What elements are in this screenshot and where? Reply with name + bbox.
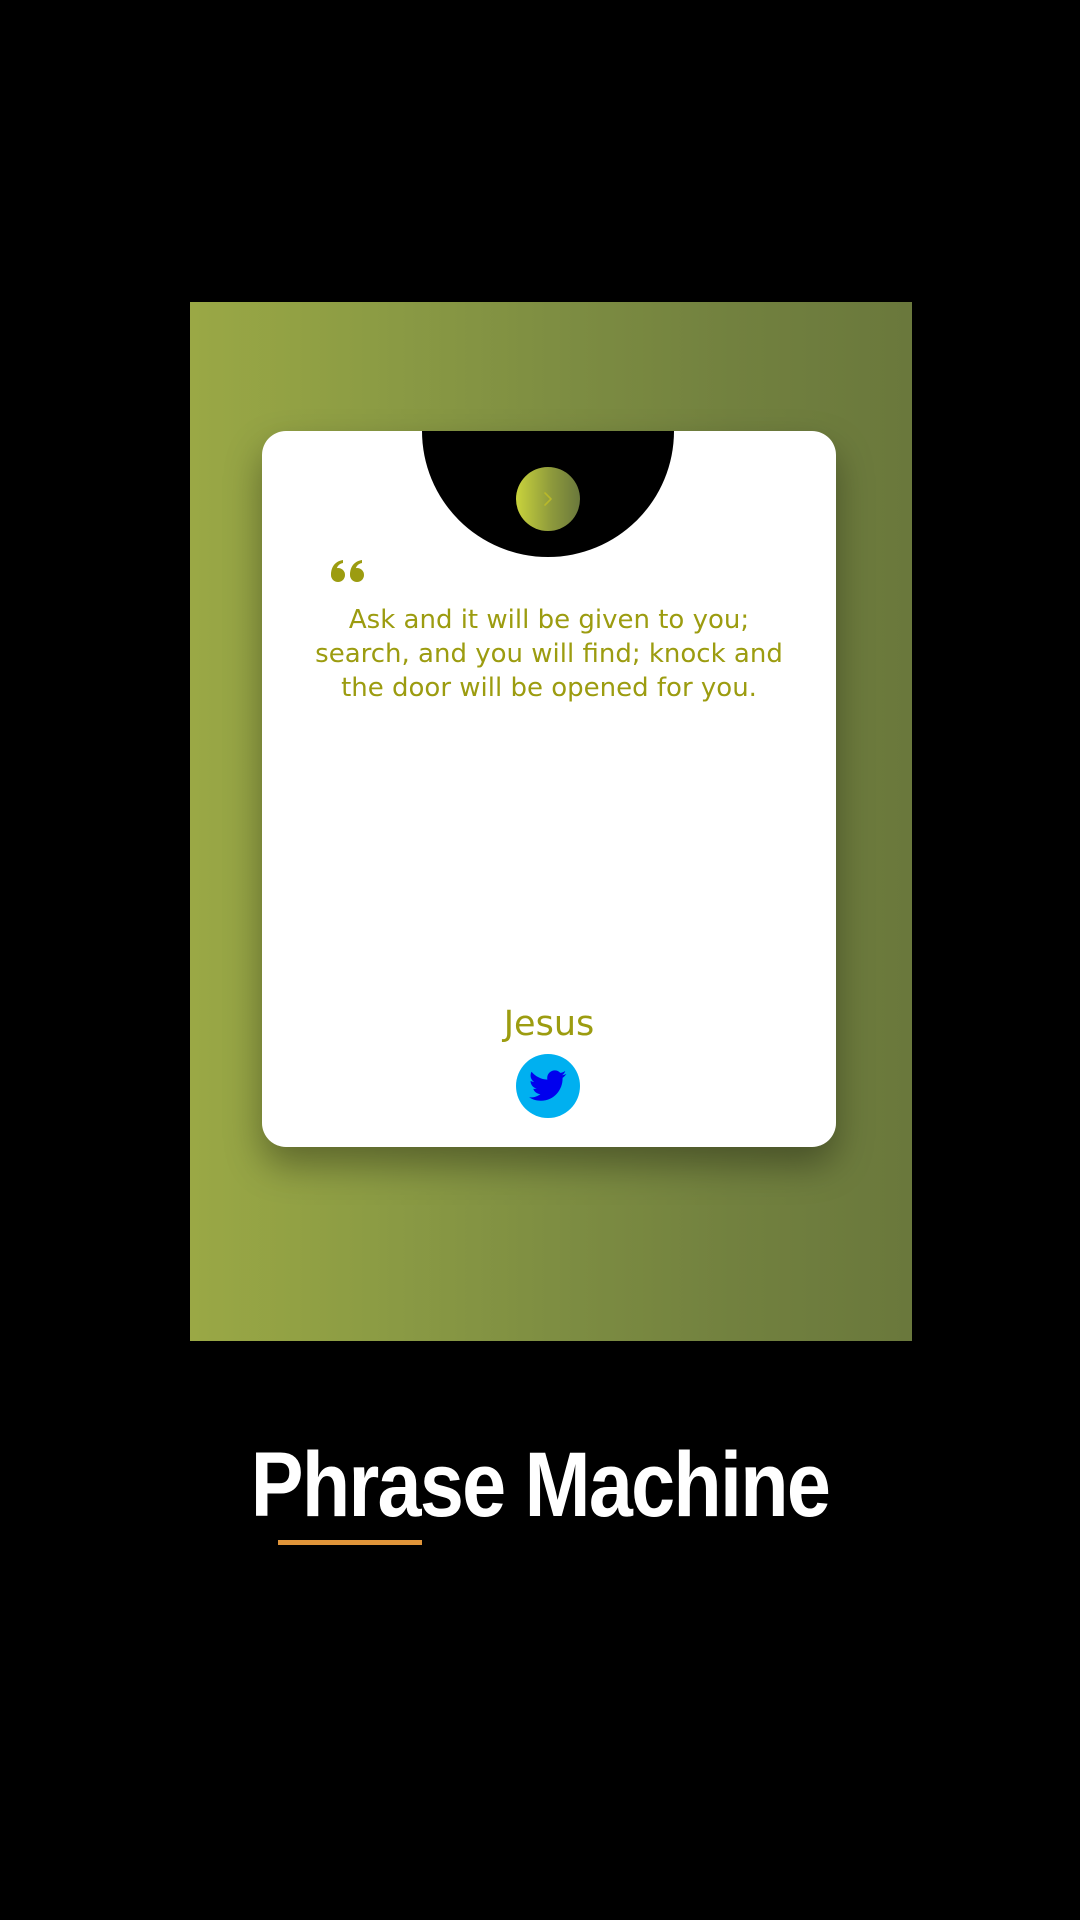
twitter-icon (529, 1070, 567, 1101)
tweet-quote-button[interactable] (516, 1054, 580, 1118)
quote-stage: Ask and it will be given to you; search,… (190, 302, 912, 1341)
app-title: Phrase Machine (250, 1434, 831, 1536)
chevron-right-icon (544, 492, 552, 506)
next-quote-button[interactable] (516, 467, 580, 531)
quote-card: Ask and it will be given to you; search,… (262, 431, 836, 1147)
title-underline (278, 1540, 422, 1545)
quote-left-icon (331, 560, 364, 582)
quote-text: Ask and it will be given to you; search,… (315, 605, 783, 703)
quote-author: Jesus (503, 1004, 595, 1044)
